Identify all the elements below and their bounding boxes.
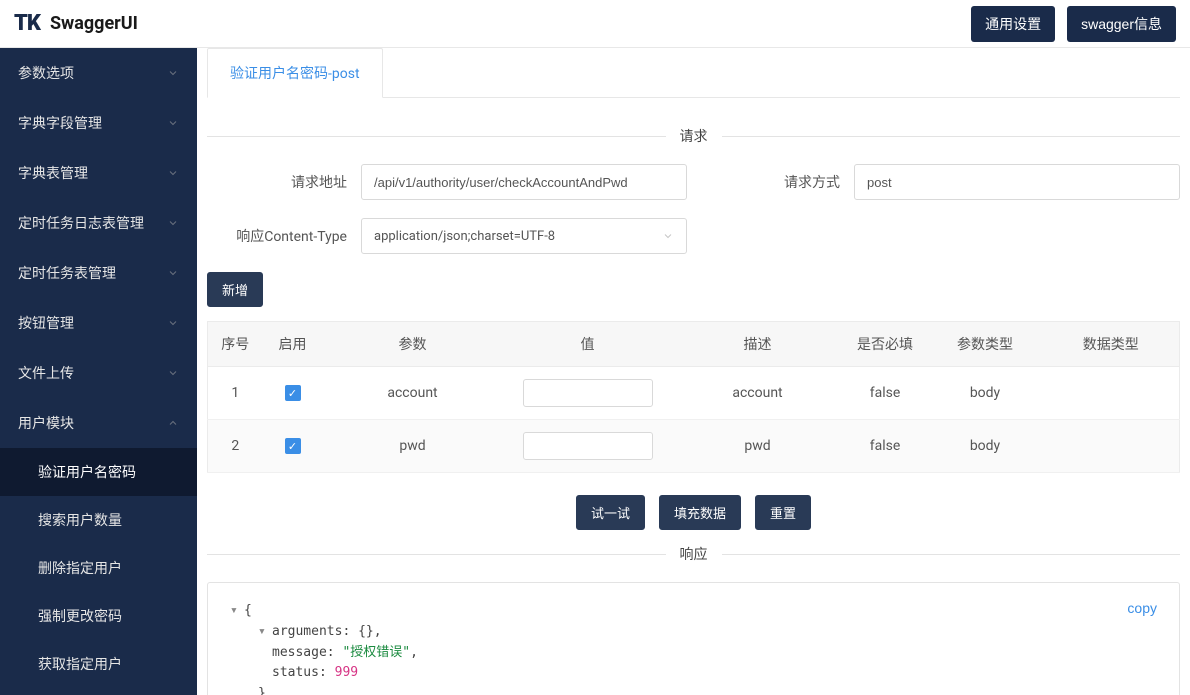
sidebar-item-label: 按钮管理 [18, 313, 74, 333]
sidebar-sub-3[interactable]: 强制更改密码 [0, 592, 197, 640]
sidebar-sub-1[interactable]: 搜索用户数量 [0, 496, 197, 544]
sidebar-item-label: 文件上传 [18, 363, 74, 383]
sidebar-sub-2[interactable]: 删除指定用户 [0, 544, 197, 592]
cell-no: 2 [208, 420, 263, 473]
copy-button[interactable]: copy [1127, 597, 1157, 619]
content-type-label: 响应Content-Type [207, 226, 347, 246]
col-enable: 启用 [263, 322, 323, 367]
cell-param: account [323, 367, 503, 420]
response-json: copy ▾{ ▾arguments: {}, message: "授权错误",… [207, 582, 1180, 695]
chevron-icon [167, 317, 179, 329]
chevron-icon [167, 167, 179, 179]
cell-dtype [1043, 367, 1180, 420]
url-label: 请求地址 [207, 172, 347, 192]
sidebar-item-5[interactable]: 按钮管理 [0, 298, 197, 348]
chevron-icon [167, 367, 179, 379]
sidebar-item-label: 字典字段管理 [18, 113, 102, 133]
value-input[interactable] [523, 432, 653, 460]
sidebar-item-4[interactable]: 定时任务表管理 [0, 248, 197, 298]
reset-button[interactable]: 重置 [755, 495, 811, 530]
chevron-icon [167, 117, 179, 129]
swagger-info-button[interactable]: swagger信息 [1067, 6, 1176, 42]
table-row: 2✓pwdpwdfalsebody [208, 420, 1180, 473]
method-label: 请求方式 [760, 172, 840, 192]
chevron-icon [167, 417, 179, 429]
table-row: 1✓accountaccountfalsebody [208, 367, 1180, 420]
section-request-label: 请求 [666, 126, 722, 146]
chevron-icon [167, 267, 179, 279]
sidebar: 参数选项字典字段管理字典表管理定时任务日志表管理定时任务表管理按钮管理文件上传用… [0, 48, 197, 695]
sidebar-item-label: 用户模块 [18, 413, 74, 433]
try-button[interactable]: 试一试 [576, 495, 645, 530]
settings-button[interactable]: 通用设置 [971, 6, 1055, 42]
col-value: 值 [503, 322, 673, 367]
enable-checkbox[interactable]: ✓ [285, 385, 301, 401]
logo: TK [14, 11, 40, 36]
method-input[interactable] [854, 164, 1180, 200]
col-ptype: 参数类型 [928, 322, 1043, 367]
sidebar-sub-5[interactable]: 获取用户列表 [0, 688, 197, 695]
toggle-icon[interactable]: ▾ [230, 601, 244, 622]
content-type-value: application/json;charset=UTF-8 [374, 229, 555, 244]
sidebar-item-3[interactable]: 定时任务日志表管理 [0, 198, 197, 248]
sidebar-item-label: 定时任务表管理 [18, 263, 116, 283]
url-input[interactable] [361, 164, 687, 200]
section-response-label: 响应 [666, 544, 722, 564]
sidebar-item-6[interactable]: 文件上传 [0, 348, 197, 398]
chevron-icon [167, 217, 179, 229]
sidebar-item-label: 定时任务日志表管理 [18, 213, 144, 233]
fill-button[interactable]: 填充数据 [659, 495, 741, 530]
cell-ptype: body [928, 420, 1043, 473]
sidebar-item-0[interactable]: 参数选项 [0, 48, 197, 98]
col-required: 是否必填 [843, 322, 928, 367]
cell-required: false [843, 367, 928, 420]
cell-desc: pwd [673, 420, 843, 473]
col-no: 序号 [208, 322, 263, 367]
cell-required: false [843, 420, 928, 473]
sidebar-item-1[interactable]: 字典字段管理 [0, 98, 197, 148]
toggle-icon[interactable]: ▾ [258, 622, 272, 643]
chevron-down-icon [662, 230, 674, 242]
cell-desc: account [673, 367, 843, 420]
app-title: SwaggerUI [50, 13, 138, 34]
chevron-icon [167, 67, 179, 79]
params-table: 序号 启用 参数 值 描述 是否必填 参数类型 数据类型 1 ✓ account ac… [207, 321, 1180, 473]
sidebar-sub-4[interactable]: 获取指定用户 [0, 640, 197, 688]
cell-param: pwd [323, 420, 503, 473]
col-desc: 描述 [673, 322, 843, 367]
sidebar-sub-0[interactable]: 验证用户名密码 [0, 448, 197, 496]
cell-ptype: body [928, 367, 1043, 420]
sidebar-item-7[interactable]: 用户模块 [0, 398, 197, 448]
value-input[interactable] [523, 379, 653, 407]
tab-active[interactable]: 验证用户名密码-post [207, 48, 383, 98]
sidebar-item-2[interactable]: 字典表管理 [0, 148, 197, 198]
sidebar-item-label: 字典表管理 [18, 163, 88, 183]
sidebar-item-label: 参数选项 [18, 63, 74, 83]
col-param: 参数 [323, 322, 503, 367]
add-button[interactable]: 新增 [207, 272, 263, 307]
col-dtype: 数据类型 [1043, 322, 1180, 367]
content-type-select[interactable]: application/json;charset=UTF-8 [361, 218, 687, 254]
cell-dtype [1043, 420, 1180, 473]
enable-checkbox[interactable]: ✓ [285, 438, 301, 454]
cell-no: 1 [208, 367, 263, 420]
